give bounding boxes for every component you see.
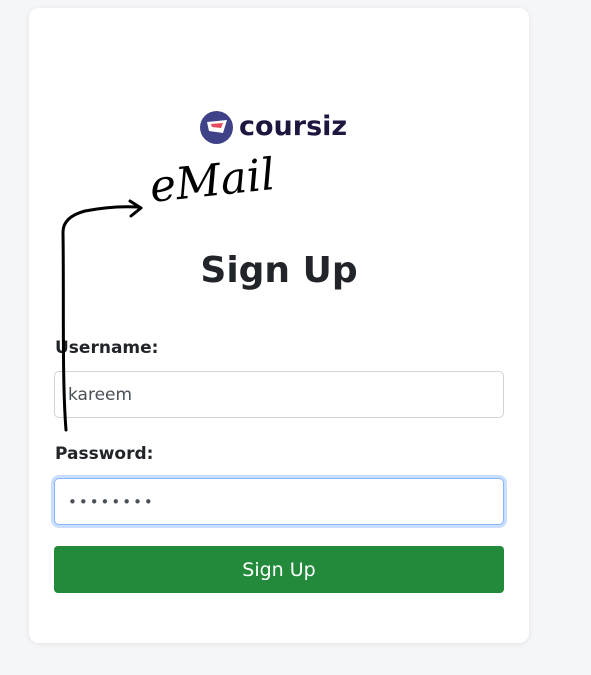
username-input[interactable] [54, 371, 504, 418]
page-title: Sign Up [200, 250, 358, 291]
password-label: Password: [55, 444, 154, 464]
sign-up-button[interactable]: Sign Up [54, 546, 504, 593]
brand-logo: coursiz [200, 110, 347, 144]
brand-name: coursiz [239, 111, 348, 142]
coursiz-logo-icon [200, 110, 233, 144]
password-input[interactable] [54, 478, 504, 525]
username-label: Username: [55, 338, 159, 358]
